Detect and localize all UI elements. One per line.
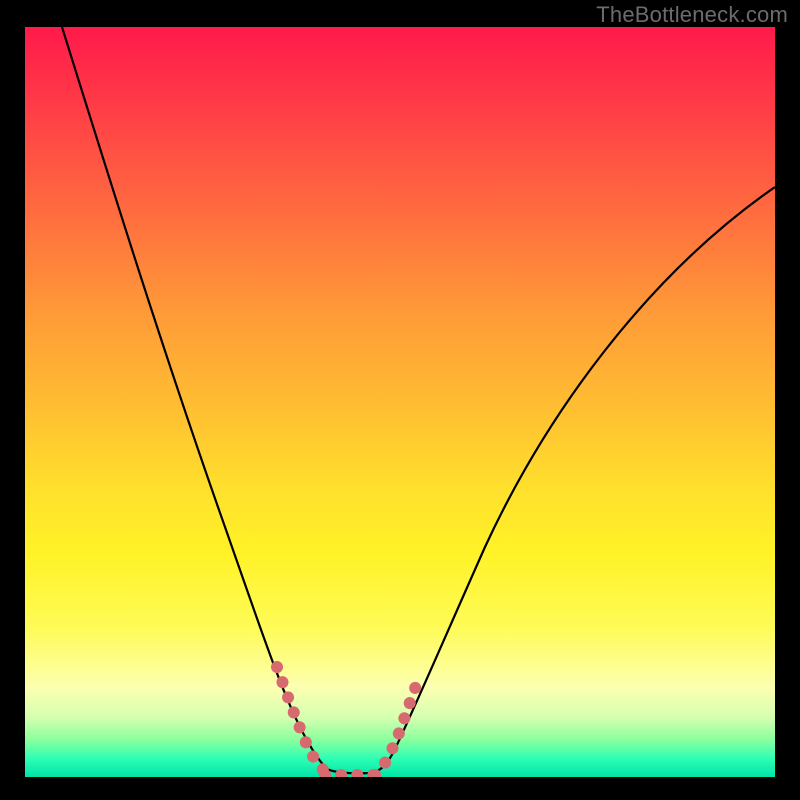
highlight-left xyxy=(277,667,331,775)
watermark-text: TheBottleneck.com xyxy=(596,2,788,28)
plot-area xyxy=(25,27,775,777)
chart-frame: TheBottleneck.com xyxy=(0,0,800,800)
highlight-right xyxy=(375,683,417,775)
bottleneck-curve xyxy=(25,27,775,777)
curve-path xyxy=(62,27,775,773)
